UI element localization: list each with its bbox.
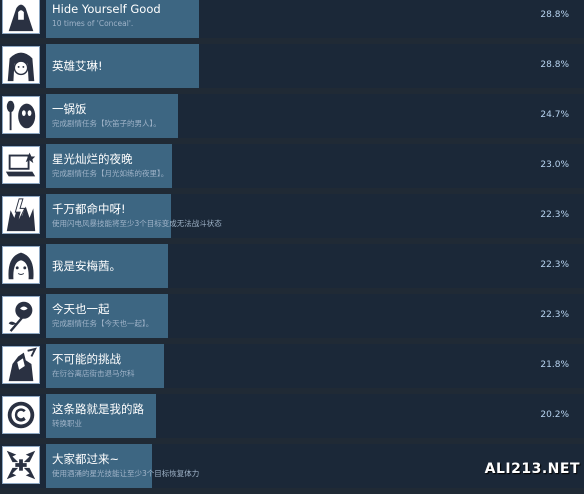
achievement-row: Hide Yourself Good 10 times of 'Conceal'…: [0, 0, 584, 38]
achievement-description: 转换职业: [52, 419, 82, 428]
achievement-title: 一锅饭: [52, 102, 87, 116]
lightning-monsters-icon: [2, 196, 40, 234]
achievement-description: 完成剧情任务【月光如练的夜里】。: [52, 169, 169, 178]
laptop-icon: [2, 146, 40, 184]
achievement-title: Hide Yourself Good: [52, 2, 161, 16]
masked-man-spoon-icon: [2, 96, 40, 134]
achievement-percent: 28.8%: [540, 60, 569, 70]
achievement-row: 一锅饭 完成剧情任务【吹笛子的男人】。 24.7%: [0, 94, 584, 138]
achievement-percent: 23.0%: [540, 160, 569, 170]
achievement-row: 我是安梅茜。 22.3%: [0, 244, 584, 288]
achievement-percent: 28.8%: [540, 10, 569, 20]
achievement-row: 千万都命中呀! 使用闪电风暴技能将至少3个目标变成无法战斗状态 22.3%: [0, 194, 584, 238]
girl-portrait-icon: [2, 46, 40, 84]
warrior-icon: [2, 346, 40, 384]
achievement-percent: 22.3%: [540, 210, 569, 220]
achievement-row: 这条路就是我的路 转换职业 20.2%: [0, 394, 584, 438]
achievement-percent: 21.8%: [540, 360, 569, 370]
achievement-title: 星光灿烂的夜晚: [52, 152, 133, 166]
achievement-title: 大家都过来~: [52, 452, 120, 466]
achievement-title: 不可能的挑战: [52, 352, 121, 366]
achievement-description: 完成剧情任务【今天也一起】。: [52, 319, 154, 328]
achievement-row: 不可能的挑战 在衍谷离店街击退马尔科 21.8%: [0, 344, 584, 388]
achievement-description: 使用酒涌的星光技能让至少3个目标恢复体力: [52, 469, 200, 478]
achievement-title: 这条路就是我的路: [52, 402, 144, 416]
progress-bar: [46, 94, 178, 138]
achievement-percent: 24.7%: [540, 110, 569, 120]
progress-bar: [46, 344, 164, 388]
achievement-percent: 22.3%: [540, 310, 569, 320]
achievement-title: 英雄艾琳!: [52, 59, 103, 73]
rose-icon: [2, 296, 40, 334]
progress-bar: [46, 144, 172, 188]
girl-face-icon: [2, 246, 40, 284]
hooded-figure-icon: [2, 0, 40, 34]
achievement-description: 在衍谷离店街击退马尔科: [52, 369, 135, 378]
watermark-logo: ALI213.NET: [484, 461, 580, 477]
achievement-list: Hide Yourself Good 10 times of 'Conceal'…: [0, 0, 584, 494]
achievement-description: 10 times of 'Conceal'.: [52, 19, 134, 28]
achievement-row: 今天也一起 完成剧情任务【今天也一起】。 22.3%: [0, 294, 584, 338]
heal-arrows-icon: [2, 446, 40, 484]
progress-bar: [46, 294, 168, 338]
achievement-title: 今天也一起: [52, 302, 110, 316]
achievement-row: 英雄艾琳! 28.8%: [0, 44, 584, 88]
class-change-icon: [2, 396, 40, 434]
achievement-percent: 20.2%: [540, 410, 569, 420]
achievement-title: 千万都命中呀!: [52, 202, 126, 216]
progress-bar: [46, 444, 152, 488]
achievement-description: 完成剧情任务【吹笛子的男人】。: [52, 119, 161, 128]
progress-bar: [46, 194, 171, 238]
achievement-percent: 22.3%: [540, 260, 569, 270]
achievement-description: 使用闪电风暴技能将至少3个目标变成无法战斗状态: [52, 219, 222, 228]
achievement-title: 我是安梅茜。: [52, 259, 121, 273]
achievement-row: 星光灿烂的夜晚 完成剧情任务【月光如练的夜里】。 23.0%: [0, 144, 584, 188]
progress-bar: [46, 394, 156, 438]
